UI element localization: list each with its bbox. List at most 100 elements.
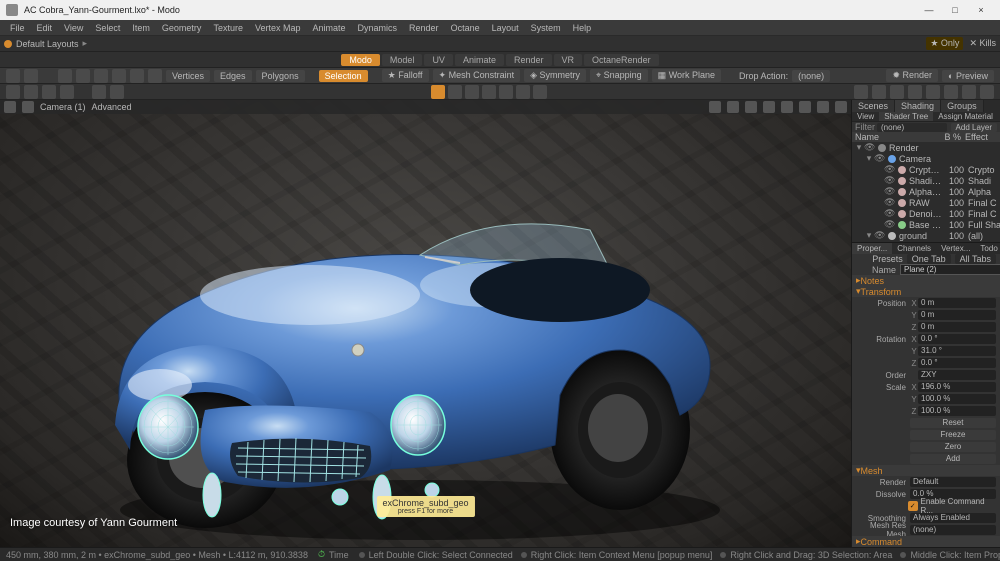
viewport-icon[interactable] bbox=[799, 101, 811, 113]
viewport-icon[interactable] bbox=[4, 101, 16, 113]
scale-z-input[interactable]: 100.0 % bbox=[918, 406, 996, 416]
center-tool-icon[interactable] bbox=[499, 85, 513, 99]
prop-tab-0[interactable]: Proper... bbox=[852, 243, 892, 254]
right-tool-icon[interactable] bbox=[944, 85, 958, 99]
rot-z-input[interactable]: 0.0 ° bbox=[918, 358, 996, 368]
sec-tool-icon[interactable] bbox=[6, 85, 20, 99]
component-icon[interactable] bbox=[130, 69, 144, 83]
command-header[interactable]: ▸ Command bbox=[852, 536, 1000, 547]
sec-tool-icon[interactable] bbox=[24, 85, 38, 99]
minimize-button[interactable]: — bbox=[916, 1, 942, 19]
mode-tab-animate[interactable]: Animate bbox=[455, 54, 504, 66]
tree-row[interactable]: ▾👁Render bbox=[852, 142, 1000, 153]
pos-y-input[interactable]: 0 m bbox=[918, 310, 996, 320]
sec-tool-icon[interactable] bbox=[60, 85, 74, 99]
only-toggle[interactable]: ★ Only bbox=[926, 37, 963, 50]
smoothing-dropdown[interactable]: Always Enabled bbox=[910, 513, 996, 523]
subtab-shader-tree[interactable]: Shader Tree bbox=[879, 112, 933, 121]
tree-row[interactable]: 👁Denoise100Final C bbox=[852, 208, 1000, 219]
center-tool-icon[interactable] bbox=[482, 85, 496, 99]
shader-tree[interactable]: ▾👁Render▾👁Camera👁Cryptomatte Output100Cr… bbox=[852, 142, 1000, 242]
menu-system[interactable]: System bbox=[525, 23, 567, 33]
viewport-icon[interactable] bbox=[22, 101, 34, 113]
workplane-dropdown[interactable]: ▦ Work Plane bbox=[652, 69, 721, 82]
reset-button[interactable]: Reset bbox=[910, 418, 996, 428]
transform-header[interactable]: ▾ Transform bbox=[852, 286, 1000, 297]
mode-tab-uv[interactable]: UV bbox=[424, 54, 453, 66]
mode-tab-vr[interactable]: VR bbox=[554, 54, 583, 66]
vertices-button[interactable]: Vertices bbox=[166, 70, 210, 82]
sec-tool-icon[interactable] bbox=[42, 85, 56, 99]
right-tab-scenes[interactable]: Scenes bbox=[852, 100, 895, 112]
notes-header[interactable]: ▸ Notes bbox=[852, 275, 1000, 286]
viewport-icon[interactable] bbox=[727, 101, 739, 113]
viewport-3d[interactable]: Camera (1) Advanced bbox=[0, 100, 852, 547]
zero-button[interactable]: Zero bbox=[910, 442, 996, 452]
tree-row[interactable]: ▾👁Camera bbox=[852, 153, 1000, 164]
name-input[interactable] bbox=[900, 264, 1000, 275]
order-dropdown[interactable]: ZXY bbox=[918, 370, 996, 380]
sec-tool-icon[interactable] bbox=[110, 85, 124, 99]
mode-tab-modo[interactable]: Modo bbox=[341, 54, 380, 66]
freeze-button[interactable]: Freeze bbox=[910, 430, 996, 440]
filter-dropdown[interactable]: (none) bbox=[877, 123, 947, 132]
rot-x-input[interactable]: 0.0 ° bbox=[918, 334, 996, 344]
scale-y-input[interactable]: 100.0 % bbox=[918, 394, 996, 404]
meshres-dropdown[interactable]: (none) bbox=[910, 525, 996, 535]
menu-edit[interactable]: Edit bbox=[31, 23, 59, 33]
right-tool-icon[interactable] bbox=[872, 85, 886, 99]
maximize-button[interactable]: □ bbox=[942, 1, 968, 19]
component-icon[interactable] bbox=[94, 69, 108, 83]
falloff-dropdown[interactable]: ★ Falloff bbox=[382, 69, 429, 82]
menu-texture[interactable]: Texture bbox=[207, 23, 249, 33]
mode-tab-model[interactable]: Model bbox=[382, 54, 423, 66]
viewport-icon[interactable] bbox=[835, 101, 847, 113]
tree-row[interactable]: 👁RAW100Final C bbox=[852, 197, 1000, 208]
camera-dropdown[interactable]: Camera (1) bbox=[40, 102, 86, 112]
add-layer-button[interactable]: Add Layer bbox=[951, 123, 997, 132]
menu-help[interactable]: Help bbox=[567, 23, 598, 33]
default-layouts-label[interactable]: Default Layouts bbox=[16, 39, 79, 49]
component-icon[interactable] bbox=[58, 69, 72, 83]
rot-y-input[interactable]: 31.0 ° bbox=[918, 346, 996, 356]
menu-view[interactable]: View bbox=[58, 23, 89, 33]
viewport-icon[interactable] bbox=[763, 101, 775, 113]
component-icon[interactable] bbox=[76, 69, 90, 83]
sec-tool-icon[interactable] bbox=[92, 85, 106, 99]
prop-tab-3[interactable]: Todo bbox=[975, 243, 1000, 254]
polygons-button[interactable]: Polygons bbox=[256, 70, 305, 82]
right-tab-groups[interactable]: Groups bbox=[941, 100, 984, 112]
scale-x-input[interactable]: 196.0 % bbox=[918, 382, 996, 392]
component-icon[interactable] bbox=[148, 69, 162, 83]
snapping-dropdown[interactable]: ⌖ Snapping bbox=[590, 69, 648, 82]
menu-octane[interactable]: Octane bbox=[445, 23, 486, 33]
right-tool-icon[interactable] bbox=[890, 85, 904, 99]
menu-item[interactable]: Item bbox=[126, 23, 156, 33]
all-tabs-dropdown[interactable]: All Tabs bbox=[955, 254, 996, 264]
menu-select[interactable]: Select bbox=[89, 23, 126, 33]
edges-button[interactable]: Edges bbox=[214, 70, 252, 82]
center-tool-icon[interactable] bbox=[533, 85, 547, 99]
symmetry-dropdown[interactable]: ◈ Symmetry bbox=[524, 69, 586, 82]
selection-button[interactable]: Selection bbox=[319, 70, 368, 82]
mesh-constraint-dropdown[interactable]: ✦ Mesh Constraint bbox=[433, 69, 521, 82]
right-tool-icon[interactable] bbox=[980, 85, 994, 99]
center-tool-icon[interactable] bbox=[465, 85, 479, 99]
right-tool-icon[interactable] bbox=[908, 85, 922, 99]
right-tool-icon[interactable] bbox=[854, 85, 868, 99]
render-button[interactable]: ✹ Render bbox=[886, 69, 938, 82]
enable-cmd-checkbox[interactable]: ✓ bbox=[908, 501, 918, 511]
pos-z-input[interactable]: 0 m bbox=[918, 322, 996, 332]
layout-expand-icon[interactable]: ▸ bbox=[83, 38, 88, 49]
prop-tab-1[interactable]: Channels bbox=[892, 243, 936, 254]
one-tab-dropdown[interactable]: One Tab bbox=[907, 254, 951, 264]
menu-vertex-map[interactable]: Vertex Map bbox=[249, 23, 307, 33]
menu-render[interactable]: Render bbox=[403, 23, 445, 33]
prop-tab-2[interactable]: Vertex... bbox=[936, 243, 975, 254]
tool-icon[interactable] bbox=[24, 69, 38, 83]
pos-x-input[interactable]: 0 m bbox=[918, 298, 996, 308]
mode-tab-render[interactable]: Render bbox=[506, 54, 552, 66]
menu-animate[interactable]: Animate bbox=[306, 23, 351, 33]
tree-row[interactable]: 👁Cryptomatte Output100Crypto bbox=[852, 164, 1000, 175]
mesh-header[interactable]: ▾ Mesh bbox=[852, 465, 1000, 476]
